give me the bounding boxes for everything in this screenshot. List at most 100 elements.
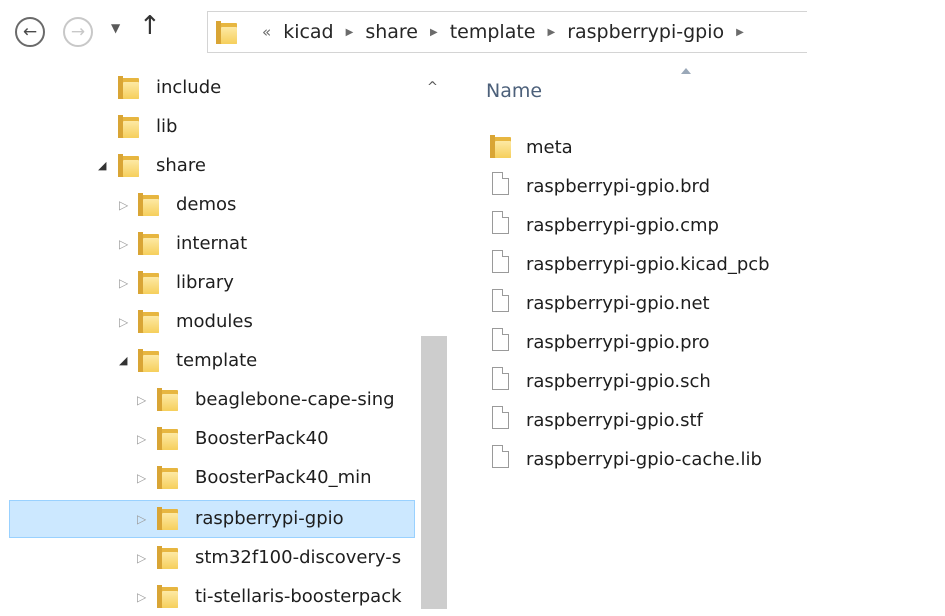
tree-item-label: lib (156, 116, 178, 137)
folder-icon (157, 585, 178, 608)
tree-item-label: include (156, 77, 222, 98)
file-name: raspberrypi-gpio.sch (526, 371, 711, 392)
breadcrumb-separator-icon[interactable]: ▶ (346, 27, 354, 38)
tree-item-label: BoosterPack40_min (195, 467, 372, 488)
tree-item-demos[interactable]: ▷ demos (0, 186, 415, 224)
list-item-file[interactable]: raspberrypi-gpio.sch (490, 364, 930, 402)
tree-item-internat[interactable]: ▷ internat (0, 225, 415, 263)
file-icon (492, 367, 509, 390)
folder-icon (216, 21, 238, 44)
tree-item-share[interactable]: ◢ share (0, 147, 415, 185)
file-name: meta (526, 137, 573, 158)
breadcrumb-template[interactable]: template (450, 21, 536, 43)
folder-icon (138, 193, 159, 216)
breadcrumb-separator-icon[interactable]: ▶ (547, 27, 555, 38)
recent-locations-button[interactable]: ▼ (111, 21, 120, 35)
tree-item-library[interactable]: ▷ library (0, 264, 415, 302)
expand-arrow-icon[interactable]: ▷ (137, 468, 146, 488)
file-name: raspberrypi-gpio.stf (526, 410, 703, 431)
tree-item-boosterpack40[interactable]: ▷ BoosterPack40 (0, 420, 415, 458)
breadcrumb-kicad[interactable]: kicad (283, 21, 333, 43)
tree-item-label: internat (176, 233, 248, 254)
tree-item-label: stm32f100-discovery-s (195, 547, 402, 568)
file-name: raspberrypi-gpio.pro (526, 332, 710, 353)
list-item-file[interactable]: raspberrypi-gpio.net (490, 286, 930, 324)
tree-item-modules[interactable]: ▷ modules (0, 303, 415, 341)
tree-item-template[interactable]: ◢ template (0, 342, 415, 380)
breadcrumb-separator-icon[interactable]: ▶ (430, 27, 438, 38)
folder-icon (118, 154, 139, 177)
folder-icon (157, 427, 178, 450)
sort-ascending-icon (681, 68, 691, 74)
list-item-file[interactable]: raspberrypi-gpio-cache.lib (490, 442, 930, 480)
list-item-file[interactable]: raspberrypi-gpio.kicad_pcb (490, 247, 930, 285)
tree-item-lib[interactable]: lib (0, 108, 415, 146)
file-icon (492, 211, 509, 234)
tree-item-label: demos (176, 194, 237, 215)
forward-button[interactable]: → (63, 17, 93, 47)
tree-item-boosterpack40-min[interactable]: ▷ BoosterPack40_min (0, 459, 415, 497)
tree-item-label: raspberrypi-gpio (195, 508, 344, 529)
tree-item-label: BoosterPack40 (195, 428, 329, 449)
file-icon (492, 328, 509, 351)
expand-arrow-icon[interactable]: ▷ (137, 390, 146, 410)
file-name: raspberrypi-gpio.kicad_pcb (526, 254, 770, 275)
address-bar[interactable]: « kicad ▶ share ▶ template ▶ raspberrypi… (207, 11, 807, 53)
navigation-bar: ← → ▼ ↑ « kicad ▶ share ▶ template ▶ ras… (0, 0, 945, 66)
folder-icon (157, 388, 178, 411)
file-name: raspberrypi-gpio.cmp (526, 215, 719, 236)
expand-arrow-icon[interactable]: ▷ (119, 195, 128, 215)
file-icon (492, 250, 509, 273)
breadcrumb-separator-icon[interactable]: ▶ (736, 27, 744, 38)
tree-item-ti-stellaris[interactable]: ▷ ti-stellaris-boosterpack (0, 578, 415, 616)
tree-item-raspberrypi-gpio[interactable]: ▷ raspberrypi-gpio (0, 500, 415, 538)
scroll-up-button[interactable]: ^ (427, 80, 438, 95)
folder-icon (490, 135, 511, 158)
file-name: raspberrypi-gpio-cache.lib (526, 449, 762, 470)
file-name: raspberrypi-gpio.brd (526, 176, 710, 197)
list-item-file[interactable]: raspberrypi-gpio.pro (490, 325, 930, 363)
expand-arrow-icon[interactable]: ▷ (119, 273, 128, 293)
list-item-file[interactable]: raspberrypi-gpio.stf (490, 403, 930, 441)
tree-item-label: beaglebone-cape-sing (195, 389, 395, 410)
folder-icon (118, 76, 139, 99)
tree-item-label: template (176, 350, 258, 371)
tree-item-include[interactable]: include (0, 69, 415, 107)
list-item-folder[interactable]: meta (490, 130, 930, 168)
tree-item-beaglebone-cape[interactable]: ▷ beaglebone-cape-sing (0, 381, 415, 419)
list-item-file[interactable]: raspberrypi-gpio.cmp (490, 208, 930, 246)
collapse-arrow-icon[interactable]: ◢ (98, 156, 106, 176)
expand-arrow-icon[interactable]: ▷ (137, 429, 146, 449)
list-item-file[interactable]: raspberrypi-gpio.brd (490, 169, 930, 207)
file-icon (492, 406, 509, 429)
breadcrumb-raspberrypi-gpio[interactable]: raspberrypi-gpio (567, 21, 724, 43)
folder-icon (157, 546, 178, 569)
folder-icon (157, 466, 178, 489)
back-button[interactable]: ← (15, 17, 45, 47)
folder-icon (138, 271, 159, 294)
expand-arrow-icon[interactable]: ▷ (137, 587, 146, 607)
column-header-name[interactable]: Name (486, 80, 542, 102)
folder-icon (118, 115, 139, 138)
folder-icon (138, 310, 159, 333)
up-button[interactable]: ↑ (139, 13, 161, 39)
breadcrumb-share[interactable]: share (365, 21, 418, 43)
arrow-left-icon: ← (22, 21, 38, 42)
expand-arrow-icon[interactable]: ▷ (137, 548, 146, 568)
overflow-chevron-icon[interactable]: « (262, 23, 271, 41)
scrollbar-thumb[interactable] (421, 336, 447, 609)
folder-icon (157, 507, 178, 530)
tree-item-label: share (156, 155, 206, 176)
expand-arrow-icon[interactable]: ▷ (119, 234, 128, 254)
expand-arrow-icon[interactable]: ▷ (119, 312, 128, 332)
file-list: Name meta raspberrypi-gpio.brd raspberry… (450, 66, 945, 609)
folder-icon (138, 349, 159, 372)
tree-item-stm32f100-discovery[interactable]: ▷ stm32f100-discovery-s (0, 539, 415, 577)
file-name: raspberrypi-gpio.net (526, 293, 710, 314)
arrow-right-icon: → (70, 21, 86, 42)
folder-icon (138, 232, 159, 255)
expand-arrow-icon[interactable]: ▷ (137, 509, 146, 529)
tree-item-label: modules (176, 311, 253, 332)
collapse-arrow-icon[interactable]: ◢ (119, 351, 127, 371)
tree-item-label: library (176, 272, 234, 293)
